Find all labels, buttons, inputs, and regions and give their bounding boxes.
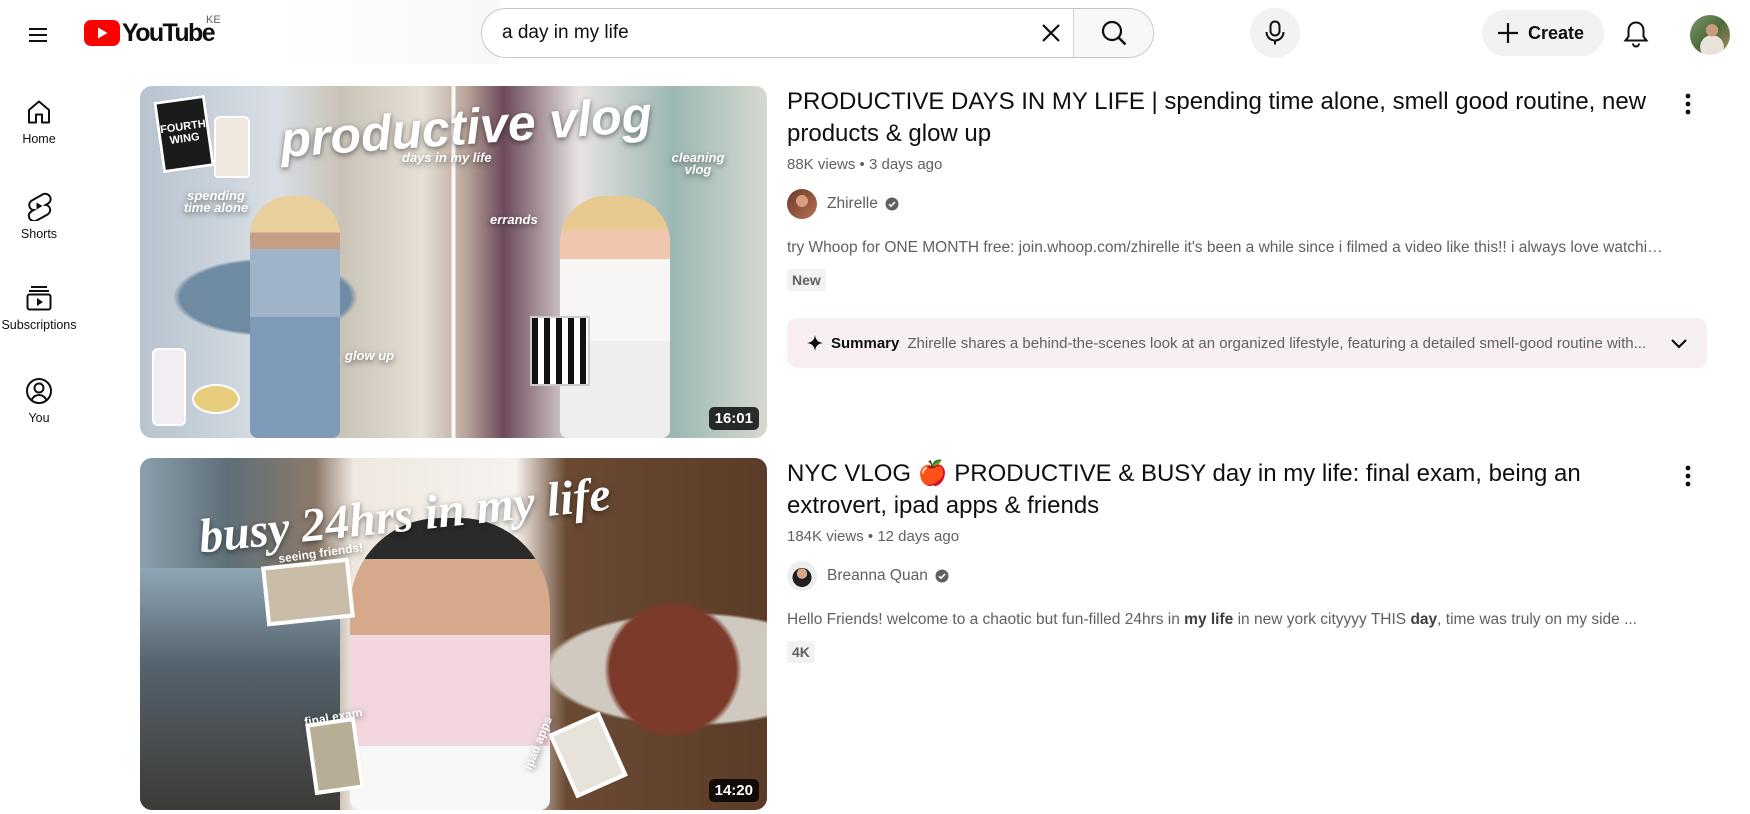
verified-badge-icon <box>935 569 949 583</box>
description-text: , time was truly on my side ... <box>1437 611 1637 628</box>
chevron-down-icon <box>1671 339 1687 349</box>
4k-badge: 4K <box>787 641 815 663</box>
video-info: NYC VLOG 🍎 PRODUCTIVE & BUSY day in my l… <box>787 458 1667 663</box>
channel-link[interactable]: Breanna Quan <box>787 561 949 591</box>
channel-avatar <box>787 561 817 591</box>
create-label: Create <box>1528 22 1585 43</box>
channel-avatar <box>787 189 817 219</box>
top-bar: YouTube KE Create <box>0 0 1750 64</box>
view-count: 88K views <box>787 156 856 173</box>
sparkle-icon <box>807 335 823 351</box>
thumbnail-caption: days in my life <box>402 150 492 165</box>
video-info: PRODUCTIVE DAYS IN MY LIFE | spending ti… <box>787 86 1667 291</box>
notifications-button[interactable] <box>1614 12 1658 56</box>
country-code: KE <box>206 14 221 26</box>
description-highlight: day <box>1410 611 1438 628</box>
video-description: try Whoop for ONE MONTH free: join.whoop… <box>787 239 1667 256</box>
video-description: Hello Friends! welcome to a chaotic but … <box>787 611 1667 629</box>
search-bar <box>481 8 1154 58</box>
thumbnail-bottle <box>214 116 250 178</box>
sidebar-item-label: You <box>28 411 50 425</box>
sidebar-item-subscriptions[interactable]: Subscriptions <box>0 262 78 342</box>
description-text: Hello Friends! welcome to a chaotic but … <box>787 611 1185 628</box>
sidebar-item-label: Subscriptions <box>1 318 77 332</box>
new-badge: New <box>787 269 826 291</box>
video-thumbnail[interactable]: productive vlog days in my life spending… <box>140 86 767 438</box>
shorts-icon <box>27 192 52 221</box>
thumbnail-caption: spending time alone <box>183 188 249 215</box>
thumbnail-caption: glow up <box>345 348 395 363</box>
hamburger-menu-icon <box>29 28 47 42</box>
thumbnail-sponge <box>192 384 240 414</box>
youtube-logo[interactable]: YouTube <box>84 18 216 48</box>
summary-label: Summary <box>831 334 900 352</box>
thumbnail-photo <box>261 557 355 627</box>
top-bar-backdrop <box>0 0 500 64</box>
logo-text: YouTube <box>122 18 216 47</box>
bell-icon <box>1623 21 1649 48</box>
search-input[interactable] <box>482 9 1029 57</box>
create-button[interactable]: Create <box>1482 10 1605 56</box>
thumbnail-book: FOURTH WING <box>153 94 215 174</box>
microphone-icon <box>1265 20 1285 45</box>
upload-age: 12 days ago <box>877 528 960 545</box>
meta-separator: • <box>859 156 869 173</box>
home-icon <box>28 100 50 124</box>
sidebar-item-you[interactable]: You <box>0 355 78 435</box>
thumbnail-person <box>250 196 340 438</box>
youtube-play-icon <box>84 20 120 46</box>
video-title[interactable]: NYC VLOG 🍎 PRODUCTIVE & BUSY day in my l… <box>787 458 1667 522</box>
meta-separator: • <box>867 528 878 545</box>
guide-menu-button[interactable] <box>18 15 58 55</box>
verified-badge-icon <box>885 197 899 211</box>
more-actions-button[interactable] <box>1670 458 1706 494</box>
search-icon <box>1101 20 1126 46</box>
video-metadata: 184K views • 12 days ago <box>787 528 1667 545</box>
video-duration: 16:01 <box>708 407 759 430</box>
video-thumbnail[interactable]: busy 24hrs in my life seeing friends! fi… <box>140 458 767 810</box>
video-duration: 14:20 <box>708 779 759 802</box>
more-actions-button[interactable] <box>1670 86 1706 122</box>
channel-name: Zhirelle <box>827 195 878 212</box>
subscriptions-icon <box>26 286 52 311</box>
sidebar-item-home[interactable]: Home <box>0 76 78 156</box>
description-text: in new york cityyyy THIS <box>1233 611 1411 628</box>
channel-name: Breanna Quan <box>827 567 928 584</box>
sidebar-item-label: Shorts <box>20 227 58 241</box>
thumbnail-shopping-bag <box>530 316 590 386</box>
more-vertical-icon <box>1685 465 1691 487</box>
upload-age: 3 days ago <box>868 156 943 173</box>
you-icon <box>26 378 52 404</box>
sidebar-item-shorts[interactable]: Shorts <box>0 169 78 249</box>
plus-icon <box>1498 23 1518 43</box>
video-title[interactable]: PRODUCTIVE DAYS IN MY LIFE | spending ti… <box>787 86 1667 150</box>
book-title: FOURTH WING <box>159 117 207 147</box>
more-vertical-icon <box>1685 93 1691 115</box>
description-highlight: my life <box>1184 611 1234 628</box>
thumbnail-bottle <box>152 348 186 426</box>
channel-link[interactable]: Zhirelle <box>787 189 899 219</box>
voice-search-button[interactable] <box>1250 8 1300 58</box>
video-metadata: 88K views • 3 days ago <box>787 156 1667 173</box>
summary-text: Zhirelle shares a behind-the-scenes look… <box>907 334 1647 352</box>
search-button[interactable] <box>1073 9 1153 57</box>
thumbnail-photo <box>305 716 365 796</box>
view-count: 184K views <box>787 528 864 545</box>
clear-search-button[interactable] <box>1029 9 1073 57</box>
thumbnail-caption: errands <box>490 212 538 227</box>
ai-summary-panel[interactable]: Summary Zhirelle shares a behind-the-sce… <box>787 318 1707 368</box>
account-avatar[interactable] <box>1690 15 1730 55</box>
close-icon <box>1042 24 1060 42</box>
sidebar-item-label: Home <box>22 132 56 146</box>
thumbnail-caption: cleaning vlog <box>671 150 725 177</box>
thumbnail-tablet <box>548 711 628 799</box>
